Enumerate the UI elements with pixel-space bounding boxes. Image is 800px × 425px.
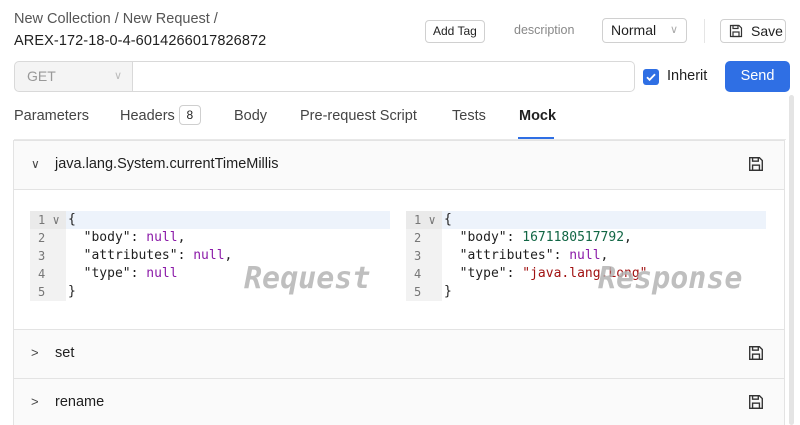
priority-value: Normal: [611, 22, 657, 38]
add-tag-button[interactable]: Add Tag: [425, 20, 485, 43]
tab-body[interactable]: Body: [234, 108, 267, 124]
floppy-disk-icon[interactable]: [748, 345, 764, 361]
code-line: 3 "attributes": null,: [30, 247, 390, 265]
code-line: 4 "type": "java.lang.Long": [406, 265, 766, 283]
save-button[interactable]: Save: [720, 19, 786, 43]
tab-headers-label: Headers: [120, 108, 175, 124]
chevron-right-icon[interactable]: >: [31, 345, 39, 360]
floppy-disk-icon[interactable]: [748, 394, 764, 410]
code-line: 2 "body": null,: [30, 229, 390, 247]
scrollbar[interactable]: [789, 95, 794, 425]
check-icon: [646, 73, 656, 82]
code-line: 1 ∨{: [406, 211, 766, 229]
headers-count-badge: 8: [178, 105, 201, 125]
inherit-label: Inherit: [667, 68, 708, 84]
mock-item: > rename: [13, 378, 785, 425]
tab-headers[interactable]: Headers 8: [120, 105, 201, 125]
chevron-right-icon[interactable]: >: [31, 394, 39, 409]
breadcrumb-separator: /: [213, 11, 218, 27]
mock-item-header[interactable]: > rename: [14, 379, 784, 425]
breadcrumb-separator: /: [114, 11, 119, 27]
code-line: 5}: [406, 283, 766, 301]
request-id[interactable]: AREX-172-18-0-4-6014266017826872: [14, 33, 266, 49]
request-tabs: Parameters Headers 8 Body Pre-request Scr…: [14, 102, 786, 140]
tab-mock[interactable]: Mock: [519, 108, 556, 124]
floppy-disk-icon[interactable]: [748, 156, 764, 172]
description-field[interactable]: description: [514, 23, 574, 37]
priority-select[interactable]: Normal ∨: [602, 18, 687, 43]
tab-tests[interactable]: Tests: [452, 108, 486, 124]
code-line: 3 "attributes": null,: [406, 247, 766, 265]
mock-item-header[interactable]: > set: [14, 330, 784, 378]
request-editor[interactable]: 1 ∨{ 2 "body": null, 3 "attributes": nul…: [30, 211, 390, 311]
floppy-disk-icon: [729, 24, 743, 38]
chevron-down-icon: ∨: [113, 70, 122, 82]
code-line: 1 ∨{: [30, 211, 390, 229]
mock-item-header[interactable]: ∨ java.lang.System.currentTimeMillis: [14, 141, 784, 189]
chevron-down-icon: ∨: [669, 24, 678, 36]
url-input[interactable]: [133, 61, 635, 92]
code-line: 5}: [30, 283, 390, 301]
mock-item: ∨ java.lang.System.currentTimeMillis 1 ∨…: [13, 140, 785, 330]
active-tab-indicator: [518, 137, 554, 139]
save-button-label: Save: [751, 23, 783, 39]
send-button[interactable]: Send: [725, 61, 790, 92]
response-editor[interactable]: 1 ∨{ 2 "body": 1671180517792, 3 "attribu…: [406, 211, 766, 311]
breadcrumb-request[interactable]: New Request: [123, 11, 210, 27]
breadcrumb: New Collection / New Request /: [14, 11, 222, 27]
mock-item-title: rename: [55, 394, 105, 410]
inherit-checkbox[interactable]: [643, 69, 659, 85]
mock-item-title: java.lang.System.currentTimeMillis: [55, 156, 279, 172]
code-line: 4 "type": null: [30, 265, 390, 283]
code-line: 2 "body": 1671180517792,: [406, 229, 766, 247]
request-header: New Collection / New Request / AREX-172-18-…: [0, 0, 800, 58]
mock-item: > set: [13, 329, 785, 379]
chevron-down-icon[interactable]: ∨: [31, 157, 40, 171]
method-value: GET: [27, 68, 56, 84]
mock-item-title: set: [55, 345, 75, 361]
divider: [704, 19, 705, 43]
method-select[interactable]: GET ∨: [14, 61, 133, 92]
tab-pre-request-script[interactable]: Pre-request Script: [300, 108, 417, 124]
tab-parameters[interactable]: Parameters: [14, 108, 89, 124]
mock-editors: 1 ∨{ 2 "body": null, 3 "attributes": nul…: [14, 189, 784, 329]
breadcrumb-collection[interactable]: New Collection: [14, 11, 111, 27]
